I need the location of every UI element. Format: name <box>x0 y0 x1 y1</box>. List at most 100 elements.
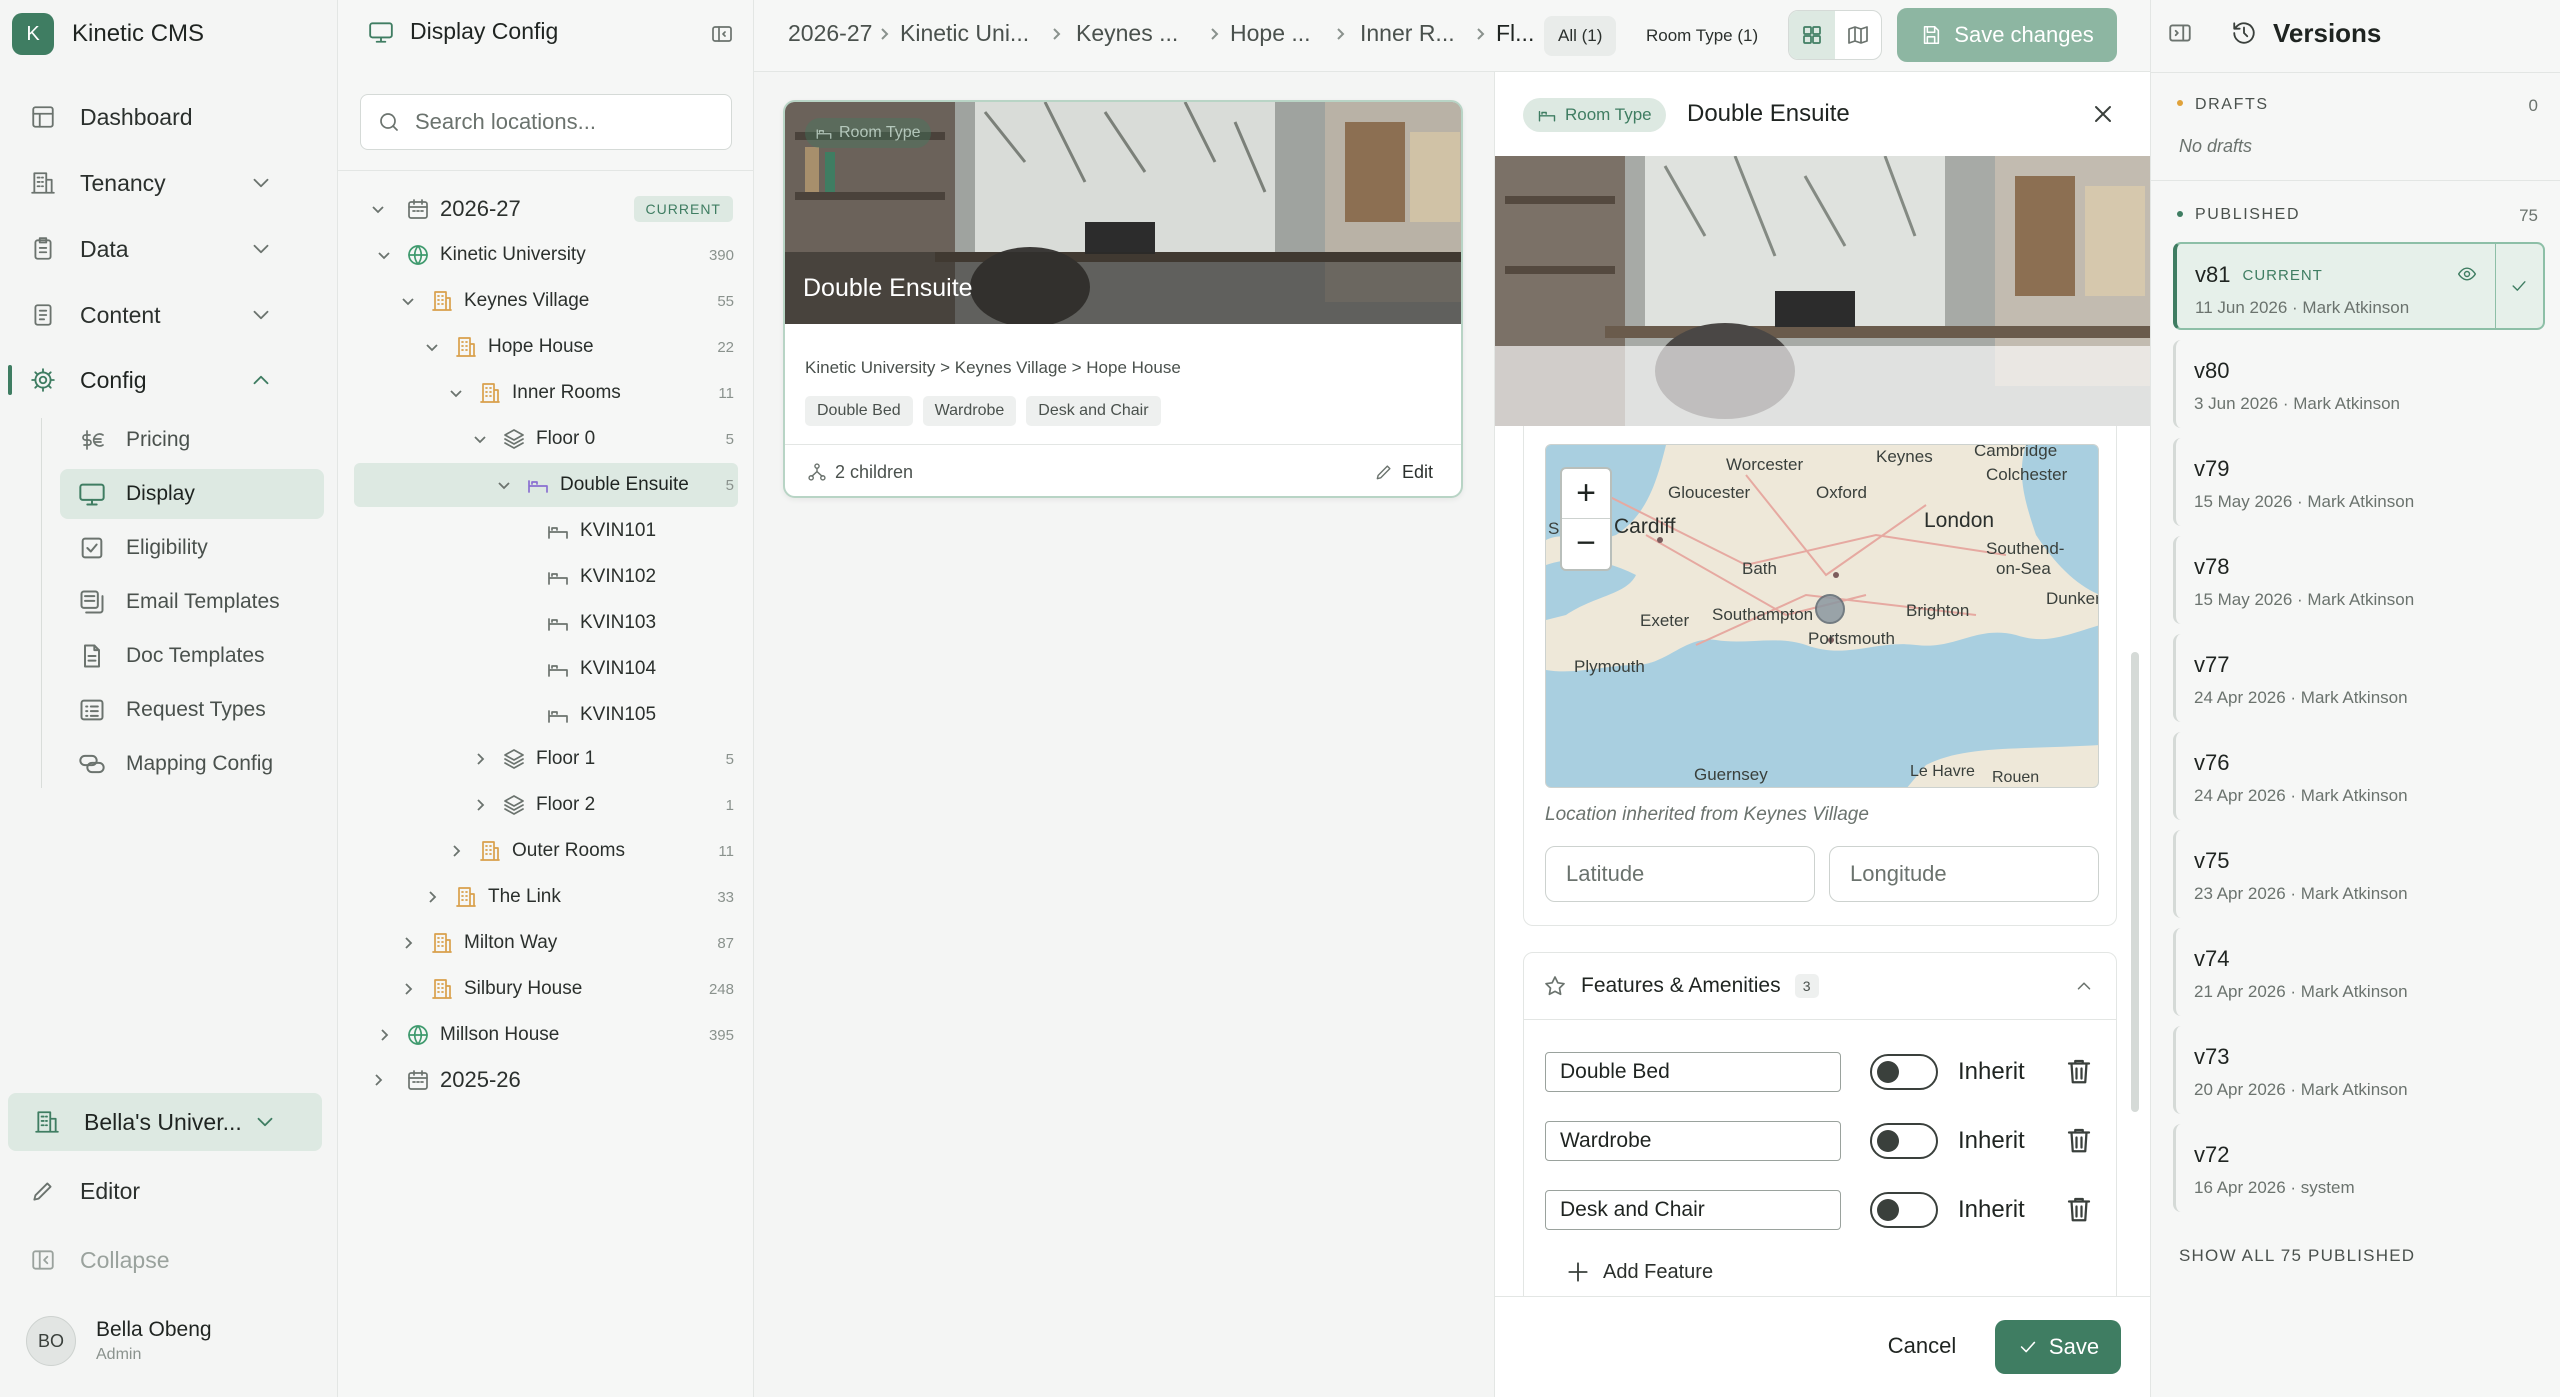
tree-node[interactable]: Keynes Village 55 <box>394 281 754 321</box>
map-view-button[interactable] <box>1835 11 1881 59</box>
version-item[interactable]: v80 3 Jun 2026 · Mark Atkinson <box>2173 340 2545 428</box>
tree-node-count: 87 <box>717 934 734 952</box>
tree-node-room[interactable]: KVIN102 <box>534 557 656 597</box>
feature-name-input[interactable]: Wardrobe <box>1545 1121 1841 1161</box>
tree-node[interactable]: The Link 33 <box>418 877 754 917</box>
tree-node-label: Outer Rooms <box>512 840 625 861</box>
panel-collapse-icon[interactable] <box>2167 20 2193 46</box>
chevron-right-icon <box>1211 28 1219 40</box>
version-meta: 15 May 2026 · Mark Atkinson <box>2194 590 2415 609</box>
longitude-input[interactable]: Longitude <box>1829 846 2099 902</box>
sidebar-toggle-icon[interactable] <box>710 22 734 46</box>
editor-link[interactable]: Editor <box>0 1165 338 1217</box>
version-meta: 15 May 2026 · Mark Atkinson <box>2194 492 2415 511</box>
close-icon[interactable] <box>2089 100 2117 128</box>
version-item-current[interactable]: v81 CURRENT 11 Jun 2026 · Mark Atkinson <box>2173 242 2545 330</box>
save-changes-button[interactable]: Save changes <box>1897 8 2117 62</box>
tree-node[interactable]: Outer Rooms 11 <box>442 831 754 871</box>
breadcrumb-item[interactable]: 2026-27 <box>788 20 872 47</box>
nav-sub-display[interactable]: Display <box>60 469 324 519</box>
filter-room-type[interactable]: Room Type (1) <box>1632 16 1772 56</box>
user-profile[interactable]: BO Bella Obeng Admin <box>26 1316 212 1366</box>
breadcrumb-item[interactable]: Hope ... <box>1230 20 1311 47</box>
filter-all[interactable]: All (1) <box>1544 16 1617 56</box>
tenant-switcher[interactable]: Bella's Univer... <box>8 1093 322 1151</box>
map-label: Colchester <box>1986 465 2068 484</box>
tree-node[interactable]: Floor 0 5 <box>466 419 754 459</box>
location-map[interactable]: + − Worcester Keynes Cambridge Colcheste… <box>1545 444 2099 788</box>
feature-name-input[interactable]: Desk and Chair <box>1545 1190 1841 1230</box>
zoom-out-button[interactable]: − <box>1562 519 1610 569</box>
zoom-in-button[interactable]: + <box>1562 469 1610 519</box>
latitude-input[interactable]: Latitude <box>1545 846 1815 902</box>
search-input[interactable] <box>415 109 715 135</box>
tree-node-room[interactable]: KVIN104 <box>534 649 656 689</box>
tree-node-year[interactable]: 2026-27 <box>368 189 521 229</box>
grid-view-button[interactable] <box>1789 11 1835 59</box>
location-search[interactable] <box>360 94 732 150</box>
version-item[interactable]: v79 15 May 2026 · Mark Atkinson <box>2173 438 2545 526</box>
tree-node-selected[interactable]: Double Ensuite 5 <box>490 465 754 505</box>
nav-item-tenancy[interactable]: Tenancy <box>0 157 338 209</box>
trash-icon[interactable] <box>2064 1194 2094 1224</box>
features-header[interactable]: Features & Amenities 3 <box>1523 952 2117 1020</box>
nav-item-content[interactable]: Content <box>0 289 338 341</box>
tree-node[interactable]: Silbury House 248 <box>394 969 754 1009</box>
tree-node-room[interactable]: KVIN105 <box>534 695 656 735</box>
version-item[interactable]: v72 16 Apr 2026 · system <box>2173 1124 2545 1212</box>
avatar: BO <box>26 1316 76 1366</box>
trash-icon[interactable] <box>2064 1056 2094 1086</box>
save-button[interactable]: Save <box>1995 1320 2121 1374</box>
nav-sub-email-templates[interactable]: Email Templates <box>60 577 324 627</box>
nav-item-config[interactable]: Config <box>0 354 338 406</box>
dollar-euro-icon <box>82 430 104 450</box>
tree-node-count: 5 <box>725 750 734 768</box>
feature-name-input[interactable]: Double Bed <box>1545 1052 1841 1092</box>
edit-button[interactable]: Edit <box>1374 454 1433 490</box>
tree-node-room[interactable]: KVIN103 <box>534 603 656 643</box>
main-navigation: K Kinetic CMS Dashboard Tenancy Data Con… <box>0 0 338 1397</box>
add-feature-button[interactable]: Add Feature <box>1565 1252 1713 1292</box>
tree-node[interactable]: Milton Way 87 <box>394 923 754 963</box>
breadcrumb-item[interactable]: Kinetic Uni... <box>900 20 1029 47</box>
tree-node-year[interactable]: 2025-26 <box>368 1060 521 1100</box>
trash-icon[interactable] <box>2064 1125 2094 1155</box>
breadcrumb-item[interactable]: Keynes ... <box>1076 20 1178 47</box>
card-title: Double Ensuite <box>803 274 973 302</box>
version-item[interactable]: v78 15 May 2026 · Mark Atkinson <box>2173 536 2545 624</box>
map-label: Brighton <box>1906 601 1970 620</box>
nav-sub-request-types[interactable]: Request Types <box>60 685 324 735</box>
nav-item-dashboard[interactable]: Dashboard <box>0 91 338 143</box>
tree-node[interactable]: Millson House 395 <box>370 1015 754 1055</box>
children-count[interactable]: 2 children <box>807 454 913 490</box>
nav-sub-mapping-config[interactable]: Mapping Config <box>60 739 324 789</box>
location-card[interactable]: Room Type Double Ensuite Kinetic Univers… <box>783 100 1463 498</box>
nav-sub-doc-templates[interactable]: Doc Templates <box>60 631 324 681</box>
version-item[interactable]: v75 23 Apr 2026 · Mark Atkinson <box>2173 830 2545 918</box>
version-item[interactable]: v73 20 Apr 2026 · Mark Atkinson <box>2173 1026 2545 1114</box>
inherit-toggle[interactable] <box>1870 1192 1938 1228</box>
tree-node[interactable]: Floor 1 5 <box>466 739 754 779</box>
tree-node[interactable]: Floor 2 1 <box>466 785 754 825</box>
version-item[interactable]: v74 21 Apr 2026 · Mark Atkinson <box>2173 928 2545 1016</box>
inherit-toggle[interactable] <box>1870 1123 1938 1159</box>
version-item[interactable]: v76 24 Apr 2026 · Mark Atkinson <box>2173 732 2545 820</box>
breadcrumb-item[interactable]: Inner R... <box>1360 20 1455 47</box>
eye-icon[interactable] <box>2457 264 2477 284</box>
bed-icon <box>816 129 832 139</box>
tree-node-room[interactable]: KVIN101 <box>534 511 656 551</box>
tree-node[interactable]: Kinetic University 390 <box>370 235 754 275</box>
nav-sub-eligibility[interactable]: Eligibility <box>60 523 324 573</box>
show-all-published-link[interactable]: SHOW ALL 75 PUBLISHED <box>2179 1246 2415 1266</box>
collapse-button[interactable]: Collapse <box>0 1234 338 1286</box>
nav-item-data[interactable]: Data <box>0 223 338 275</box>
inherit-toggle[interactable] <box>1870 1054 1938 1090</box>
tree-node[interactable]: Inner Rooms 11 <box>442 373 754 413</box>
nav-sub-pricing[interactable]: Pricing <box>60 415 324 465</box>
tree-node[interactable]: Hope House 22 <box>418 327 754 367</box>
brand[interactable]: K Kinetic CMS <box>12 13 204 55</box>
cancel-button[interactable]: Cancel <box>1869 1320 1975 1372</box>
published-count: 75 <box>2519 206 2538 225</box>
drawer-scrollbar[interactable] <box>2131 652 2139 1112</box>
version-item[interactable]: v77 24 Apr 2026 · Mark Atkinson <box>2173 634 2545 722</box>
